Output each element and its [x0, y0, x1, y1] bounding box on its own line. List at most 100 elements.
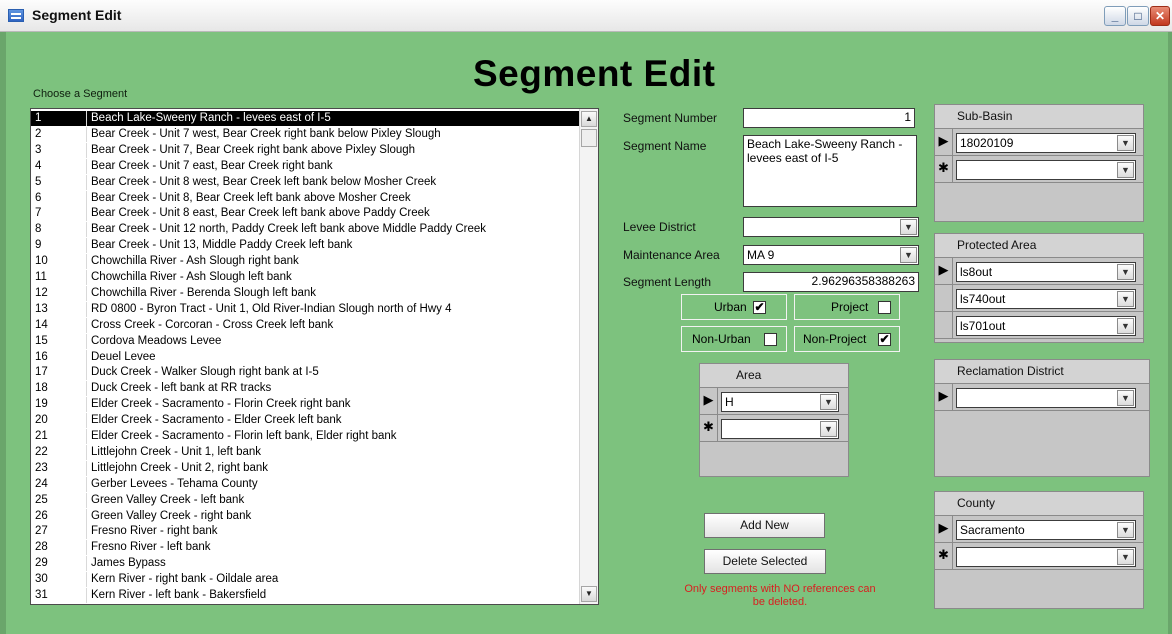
segment-list-row[interactable]: 22 Littlejohn Creek - Unit 1, left bank — [31, 444, 580, 460]
segment-list-row[interactable]: 12 Chowchilla River - Berenda Slough left… — [31, 285, 580, 301]
scroll-thumb[interactable] — [581, 129, 597, 147]
page-title: Segment Edit — [473, 53, 716, 94]
chevron-down-icon[interactable]: ▼ — [1117, 162, 1134, 178]
segment-number-cell: 18 — [35, 382, 48, 395]
chevron-down-icon[interactable]: ▼ — [1117, 549, 1134, 565]
segment-list-row[interactable]: 26 Green Valley Creek - right bank — [31, 508, 580, 524]
protected-area-select[interactable]: ls740out ▼ — [956, 289, 1136, 309]
urban-checkbox[interactable]: ✔ — [753, 301, 766, 314]
segment-list-row[interactable]: 31 Kern River - left bank - Bakersfield — [31, 588, 580, 603]
segment-list-row[interactable]: 5 Bear Creek - Unit 8 west, Bear Creek le… — [31, 174, 580, 190]
segment-list-row[interactable]: 4 Bear Creek - Unit 7 east, Bear Creek ri… — [31, 158, 580, 174]
column-divider — [86, 429, 87, 444]
segment-name-cell: Elder Creek - Sacramento - Florin left b… — [91, 430, 397, 442]
segment-list-row[interactable]: 3 Bear Creek - Unit 7, Bear Creek right b… — [31, 142, 580, 158]
current-record-icon[interactable]: ▶ — [935, 516, 953, 542]
chevron-down-icon[interactable]: ▼ — [1117, 390, 1134, 406]
chevron-down-icon[interactable]: ▼ — [900, 247, 917, 263]
current-record-icon[interactable]: ▶ — [935, 129, 953, 155]
project-checkbox[interactable] — [878, 301, 891, 314]
minimize-button[interactable]: _ — [1104, 6, 1126, 26]
segment-list-row[interactable]: 27 Fresno River - right bank — [31, 524, 580, 540]
chevron-down-icon[interactable]: ▼ — [1117, 522, 1134, 538]
chevron-down-icon[interactable]: ▼ — [1117, 318, 1134, 334]
county-header: County — [935, 492, 1143, 516]
county-select[interactable]: Sacramento ▼ — [956, 520, 1136, 540]
segment-name-cell: Littlejohn Creek - Unit 1, left bank — [91, 445, 262, 458]
chevron-down-icon[interactable]: ▼ — [1117, 135, 1134, 151]
project-checkbox-group: Project — [794, 294, 900, 320]
protected-area-select[interactable]: ls701out ▼ — [956, 316, 1136, 336]
segment-list-row[interactable]: 28 Fresno River - left bank — [31, 540, 580, 556]
maximize-button[interactable]: □ — [1127, 6, 1149, 26]
segment-name-cell: Gerber Levees - Tehama County — [91, 477, 258, 490]
area-new-select[interactable]: ▼ — [721, 419, 839, 439]
close-button[interactable]: ✕ — [1150, 6, 1170, 26]
segment-number-cell: 3 — [35, 143, 42, 156]
delete-selected-button[interactable]: Delete Selected — [704, 549, 826, 574]
chevron-down-icon[interactable]: ▼ — [820, 394, 837, 410]
add-new-button[interactable]: Add New — [704, 513, 825, 538]
segment-name-cell: Fresno River - right bank — [91, 525, 218, 538]
segment-name-cell: Elder Creek - Sacramento - Elder Creek l… — [91, 414, 342, 427]
segment-list-row[interactable]: 29 James Bypass — [31, 556, 580, 572]
segment-list-row[interactable]: 17 Duck Creek - Walker Slough right bank … — [31, 365, 580, 381]
list-scrollbar[interactable]: ▲ ▼ — [579, 109, 598, 604]
segment-name-cell: Green Valley Creek - right bank — [91, 509, 252, 522]
project-label: Project — [831, 300, 869, 314]
segment-list-row[interactable]: 30 Kern River - right bank - Oildale area — [31, 572, 580, 588]
segment-list-row[interactable]: 20 Elder Creek - Sacramento - Elder Creek… — [31, 413, 580, 429]
reclamation-district-select[interactable]: ▼ — [956, 388, 1136, 408]
maintenance-area-select[interactable]: MA 9 ▼ — [743, 245, 919, 265]
protected-area-select[interactable]: ls8out ▼ — [956, 262, 1136, 282]
chevron-down-icon[interactable]: ▼ — [1117, 291, 1134, 307]
scroll-up-button[interactable]: ▲ — [581, 111, 597, 127]
non-urban-checkbox[interactable] — [764, 333, 777, 346]
segment-list-row[interactable]: 24 Gerber Levees - Tehama County — [31, 476, 580, 492]
chevron-down-icon[interactable]: ▼ — [900, 219, 917, 235]
segment-list-row[interactable]: 11 Chowchilla River - Ash Slough left ban… — [31, 270, 580, 285]
segment-list-row[interactable]: 25 Green Valley Creek - left bank — [31, 492, 580, 508]
segment-list-row[interactable]: 8 Bear Creek - Unit 12 north, Paddy Creek… — [31, 222, 580, 238]
segment-name-cell: RD 0800 - Byron Tract - Unit 1, Old Rive… — [91, 302, 452, 315]
column-divider — [86, 126, 87, 142]
segment-list-row[interactable]: 18 Duck Creek - left bank at RR tracks — [31, 381, 580, 397]
segment-listbox[interactable]: 1 Beach Lake-Sweeny Ranch - levees east o… — [30, 108, 599, 605]
current-record-icon[interactable]: ▶ — [935, 258, 953, 284]
non-project-checkbox[interactable]: ✔ — [878, 333, 891, 346]
segment-list-row[interactable]: 13 RD 0800 - Byron Tract - Unit 1, Old Ri… — [31, 301, 580, 317]
area-select[interactable]: H ▼ — [721, 392, 839, 412]
segment-list-row[interactable]: 23 Littlejohn Creek - Unit 2, right bank — [31, 460, 580, 476]
segment-number-cell: 20 — [35, 414, 48, 427]
levee-district-select[interactable]: ▼ — [743, 217, 919, 237]
segment-list-row[interactable]: 7 Bear Creek - Unit 8 east, Bear Creek le… — [31, 206, 580, 222]
current-record-icon[interactable]: ▶ — [700, 388, 718, 414]
segment-list-row[interactable]: 19 Elder Creek - Sacramento - Florin Cree… — [31, 397, 580, 413]
current-record-icon[interactable]: ▶ — [935, 384, 953, 410]
chevron-down-icon[interactable]: ▼ — [820, 421, 837, 437]
chevron-down-icon[interactable]: ▼ — [1117, 264, 1134, 280]
segment-name-field[interactable]: Beach Lake-Sweeny Ranch - levees east of… — [743, 135, 917, 207]
sub-basin-select[interactable]: 18020109 ▼ — [956, 133, 1136, 153]
segment-list-row[interactable]: 10 Chowchilla River - Ash Slough right ba… — [31, 254, 580, 270]
segment-list-row[interactable]: 16 Deuel Levee — [31, 349, 580, 365]
new-record-icon[interactable]: ✱ — [935, 156, 953, 182]
segment-list-row[interactable]: 6 Bear Creek - Unit 8, Bear Creek left ba… — [31, 190, 580, 206]
segment-number-cell: 10 — [35, 255, 48, 268]
segment-list-row[interactable]: 9 Bear Creek - Unit 13, Middle Paddy Cree… — [31, 238, 580, 254]
column-divider — [86, 190, 87, 206]
sub-basin-new-select[interactable]: ▼ — [956, 160, 1136, 180]
segment-list-row[interactable]: 2 Bear Creek - Unit 7 west, Bear Creek ri… — [31, 126, 580, 142]
segment-number-cell: 14 — [35, 318, 48, 331]
scroll-down-button[interactable]: ▼ — [581, 586, 597, 602]
segment-list-row[interactable]: 21 Elder Creek - Sacramento - Florin left… — [31, 429, 580, 444]
segment-list-row[interactable]: 1 Beach Lake-Sweeny Ranch - levees east o… — [31, 111, 580, 126]
segment-number-cell: 2 — [35, 127, 42, 140]
new-record-icon[interactable]: ✱ — [700, 415, 718, 441]
new-record-icon[interactable]: ✱ — [935, 543, 953, 569]
county-new-select[interactable]: ▼ — [956, 547, 1136, 567]
segment-list-row[interactable]: 15 Cordova Meadows Levee — [31, 333, 580, 349]
segment-number-field[interactable]: 1 — [743, 108, 915, 128]
segment-length-field[interactable]: 2.96296358388263 — [743, 272, 919, 292]
segment-list-row[interactable]: 14 Cross Creek - Corcoran - Cross Creek l… — [31, 317, 580, 333]
